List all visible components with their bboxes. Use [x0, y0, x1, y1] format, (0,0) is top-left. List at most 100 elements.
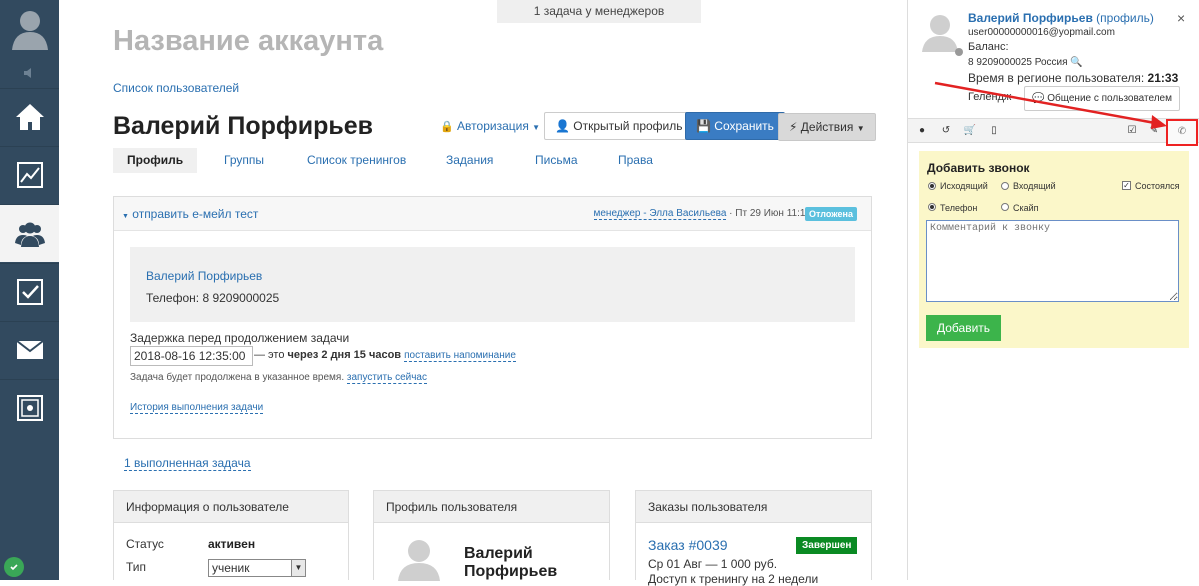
task-user-card: Валерий Порфирьев Телефон: 8 9209000025 [130, 247, 855, 322]
rp-user-name-link[interactable]: Валерий Порфирьев [968, 11, 1093, 25]
task-header: ▼ отправить е-мейл тест менеджер - Элла … [114, 197, 871, 231]
tag-icon[interactable]: ✎ [1146, 123, 1162, 139]
users-icon[interactable] [0, 204, 59, 262]
bolt-icon: ⚡ [789, 120, 798, 134]
rp-phone: 8 9209000025 Россия 🔍 [968, 57, 1083, 68]
set-reminder-link[interactable]: поставить напоминание [404, 350, 516, 362]
user-orders-title: Заказы пользователя [636, 491, 871, 523]
history-icon[interactable]: ↺ [938, 123, 954, 139]
task-user-name[interactable]: Валерий Порфирьев [146, 269, 262, 283]
outgoing-label: Исходящий [940, 181, 988, 191]
open-profile-button[interactable]: 👤 Открытый профиль [544, 112, 694, 140]
type-select[interactable]: ученик ▼ [208, 559, 306, 577]
user-profile-card: Профиль пользователя Валерий Порфирьев [373, 490, 610, 581]
person-icon: 👤 [555, 119, 570, 133]
took-place-label: Состоялся [1135, 181, 1180, 191]
rp-profile-link[interactable]: (профиль) [1096, 11, 1154, 25]
floppy-icon: 💾 [696, 119, 711, 133]
account-title: Название аккаунта [113, 25, 384, 57]
delay-datetime-input[interactable] [130, 346, 253, 366]
chat-with-user-label: Общение с пользователем [1047, 93, 1172, 104]
task-title-label: отправить е-мейл тест [132, 207, 259, 221]
user-avatar-icon[interactable] [0, 0, 59, 58]
delay-prefix: — это [254, 349, 285, 361]
tab-rights[interactable]: Права [618, 148, 653, 173]
authorization-button[interactable]: 🔒 Авторизация ▼ [436, 113, 544, 141]
open-profile-label: Открытый профиль [573, 119, 683, 133]
status-label: Статус [126, 537, 164, 551]
tab-assignments[interactable]: Задания [446, 148, 493, 173]
incoming-label: Входящий [1013, 181, 1056, 191]
rp-toolbar: ● ↺ 🛒 ▯ ☑ ✎ ✆ [908, 118, 1199, 146]
shield-icon[interactable] [4, 557, 24, 577]
person-icon[interactable]: ● [914, 123, 930, 139]
manager-tasks-notice[interactable]: 1 задача у менеджеров [497, 0, 701, 23]
caret-down-icon: ▼ [856, 124, 865, 133]
phone-radio[interactable] [928, 203, 936, 211]
rp-time-value: 21:33 [1147, 71, 1179, 85]
actions-button[interactable]: ⚡ Действия ▼ [778, 113, 876, 141]
order-status-badge: Завершен [796, 537, 858, 554]
rp-time-label: Время в регионе пользователя: [968, 71, 1145, 85]
stats-icon[interactable] [0, 146, 59, 202]
sound-icon[interactable] [0, 62, 59, 84]
delay-note: Задача будет продолжена в указанное врем… [130, 372, 427, 384]
add-call-form: Добавить звонок Исходящий Входящий ✓ Сос… [919, 151, 1189, 348]
right-panel: Валерий Порфирьев (профиль) × user000000… [907, 0, 1199, 580]
user-info-card: Информация о пользователе Статус активен… [113, 490, 349, 580]
users-list-link[interactable]: Список пользователей [113, 81, 239, 95]
page-title: Валерий Порфирьев [113, 112, 374, 140]
user-info-title: Информация о пользователе [114, 491, 348, 523]
phone-call-tab[interactable]: ✆ [1166, 119, 1198, 146]
task-title[interactable]: ▼ отправить е-мейл тест [122, 207, 258, 221]
chat-with-user-button[interactable]: 💬 Общение с пользователем [1024, 86, 1180, 111]
rp-balance: Баланс: [968, 41, 1009, 53]
incoming-radio[interactable] [1001, 182, 1009, 190]
status-value: активен [208, 537, 256, 551]
took-place-checkbox[interactable]: ✓ [1122, 181, 1131, 190]
task-user-phone: Телефон: 8 9209000025 [146, 291, 280, 305]
tab-letters[interactable]: Письма [535, 148, 578, 173]
actions-label: Действия [800, 120, 854, 134]
save-label: Сохранить [714, 119, 774, 133]
tasks-icon[interactable] [0, 263, 59, 319]
type-label: Тип [126, 560, 147, 574]
search-icon[interactable]: 🔍 [1070, 57, 1082, 68]
chevron-down-icon: ▼ [291, 560, 305, 576]
cart-icon[interactable]: 🛒 [962, 123, 978, 139]
profile-name-line2: Порфирьев [464, 563, 558, 580]
task-manager-link[interactable]: менеджер - Элла Васильева [593, 208, 727, 220]
rp-gel: Гелендж [968, 91, 1012, 103]
tab-trainings[interactable]: Список тренингов [307, 148, 406, 173]
add-call-button[interactable]: Добавить [926, 315, 1002, 341]
profile-tabs: Профиль Группы Список тренингов Задания … [113, 148, 872, 173]
outgoing-radio[interactable] [928, 182, 936, 190]
authorization-label: Авторизация [457, 119, 529, 133]
user-profile-title: Профиль пользователя [374, 491, 609, 523]
rp-user-name: Валерий Порфирьев (профиль) [968, 11, 1154, 25]
tab-groups[interactable]: Группы [224, 148, 264, 173]
mail-icon[interactable] [0, 321, 59, 377]
completed-tasks-link[interactable]: 1 выполненная задача [124, 456, 251, 471]
caret-down-icon: ▼ [122, 213, 129, 220]
checkbox-icon[interactable]: ☑ [1124, 123, 1140, 139]
tab-profile[interactable]: Профиль [113, 148, 198, 173]
safe-icon[interactable] [0, 379, 59, 435]
delay-duration: через 2 дня 15 часов [287, 349, 402, 361]
save-button[interactable]: 💾 Сохранить [685, 112, 785, 140]
rp-email: user00000000016@yopmail.com [968, 27, 1115, 38]
close-icon[interactable]: × [1177, 10, 1185, 26]
order-access: Доступ к тренингу на 2 недели [648, 572, 819, 586]
run-now-link[interactable]: запустить сейчас [346, 372, 427, 384]
call-comment-textarea[interactable] [926, 220, 1179, 302]
task-panel: ▼ отправить е-мейл тест менеджер - Элла … [113, 196, 872, 439]
mobile-icon[interactable]: ▯ [986, 123, 1002, 139]
avatar [396, 537, 442, 586]
skype-radio[interactable] [1001, 203, 1009, 211]
order-link[interactable]: Заказ #0039 [648, 537, 728, 553]
lock-icon: 🔒 [440, 121, 454, 133]
home-icon[interactable] [0, 88, 59, 144]
caret-down-icon: ▼ [532, 123, 541, 132]
task-history-link[interactable]: История выполнения задачи [130, 402, 264, 414]
phone-icon: ✆ [1177, 126, 1187, 137]
